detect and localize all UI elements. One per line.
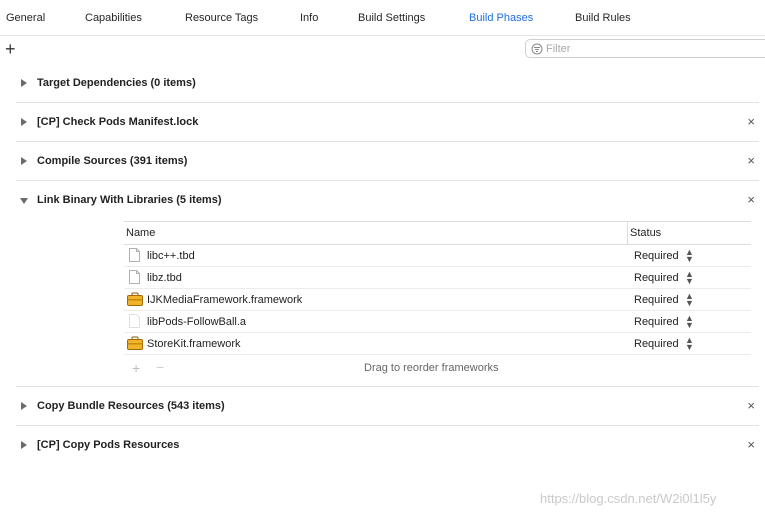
status-stepper-icon[interactable]: ▲ ▼ (685, 336, 694, 352)
phase-title: [CP] Check Pods Manifest.lock (37, 116, 199, 128)
library-status[interactable]: Required (634, 316, 679, 328)
file-icon (129, 270, 140, 284)
tab-build-settings[interactable]: Build Settings (358, 12, 425, 24)
table-row[interactable]: libPods-FollowBall.a Required ▲ ▼ (124, 311, 751, 333)
filter-input[interactable] (546, 41, 756, 56)
tab-bar: General Capabilities Resource Tags Info … (0, 0, 765, 36)
column-divider[interactable] (627, 222, 628, 244)
disclosure-triangle-expanded-icon[interactable] (20, 198, 28, 204)
phase-target-dependencies[interactable]: Target Dependencies (0 items) (16, 64, 759, 103)
phase-copy-pods-resources[interactable]: [CP] Copy Pods Resources × (16, 426, 759, 465)
column-header-status[interactable]: Status (630, 227, 661, 239)
phase-title: Copy Bundle Resources (543 items) (37, 400, 225, 412)
add-phase-button[interactable]: + (5, 39, 16, 59)
watermark: https://blog.csdn.net/W2i0l1l5y (540, 491, 717, 506)
reorder-hint: Drag to reorder frameworks (364, 362, 499, 374)
phase-compile-sources[interactable]: Compile Sources (391 items) × (16, 142, 759, 181)
library-name: IJKMediaFramework.framework (147, 294, 303, 306)
filter-icon (531, 43, 543, 55)
tab-capabilities[interactable]: Capabilities (85, 12, 142, 24)
table-header: Name Status (124, 221, 751, 245)
remove-phase-button[interactable]: × (747, 398, 755, 413)
phases-toolbar: + (0, 36, 765, 64)
status-stepper-icon[interactable]: ▲ ▼ (685, 248, 694, 264)
remove-phase-button[interactable]: × (747, 153, 755, 168)
status-stepper-icon[interactable]: ▲ ▼ (685, 314, 694, 330)
disclosure-triangle-icon[interactable] (21, 441, 27, 449)
disclosure-triangle-icon[interactable] (21, 118, 27, 126)
library-name: libz.tbd (147, 272, 182, 284)
library-status[interactable]: Required (634, 338, 679, 350)
library-status[interactable]: Required (634, 294, 679, 306)
status-stepper-icon[interactable]: ▲ ▼ (685, 270, 694, 286)
phase-copy-bundle-resources[interactable]: Copy Bundle Resources (543 items) × (16, 387, 759, 426)
remove-library-button[interactable]: − (156, 359, 164, 375)
table-row[interactable]: IJKMediaFramework.framework Required ▲ ▼ (124, 289, 751, 311)
column-header-name[interactable]: Name (126, 227, 155, 239)
table-row[interactable]: libc++.tbd Required ▲ ▼ (124, 245, 751, 267)
tab-build-rules[interactable]: Build Rules (575, 12, 631, 24)
tab-build-phases[interactable]: Build Phases (469, 12, 533, 24)
tab-resource-tags[interactable]: Resource Tags (185, 12, 258, 24)
phase-title: Link Binary With Libraries (5 items) (37, 194, 222, 206)
library-name: libc++.tbd (147, 250, 195, 262)
library-name: StoreKit.framework (147, 338, 241, 350)
table-footer: + − Drag to reorder frameworks (124, 355, 751, 379)
status-stepper-icon[interactable]: ▲ ▼ (685, 292, 694, 308)
phase-title: Target Dependencies (0 items) (37, 77, 196, 89)
remove-phase-button[interactable]: × (747, 192, 755, 207)
phase-title: [CP] Copy Pods Resources (37, 439, 180, 451)
library-status[interactable]: Required (634, 272, 679, 284)
tab-info[interactable]: Info (300, 12, 318, 24)
file-icon (129, 248, 140, 262)
blank-file-icon (129, 314, 140, 328)
disclosure-triangle-icon[interactable] (21, 79, 27, 87)
remove-phase-button[interactable]: × (747, 114, 755, 129)
table-row[interactable]: StoreKit.framework Required ▲ ▼ (124, 333, 751, 355)
filter-field[interactable] (525, 39, 765, 58)
tab-general[interactable]: General (6, 12, 45, 24)
library-status[interactable]: Required (634, 250, 679, 262)
table-row[interactable]: libz.tbd Required ▲ ▼ (124, 267, 751, 289)
libraries-table: Name Status libc++.tbd Required ▲ ▼ libz.… (124, 221, 751, 379)
add-library-button[interactable]: + (132, 360, 140, 376)
framework-toolbox-icon (127, 292, 143, 306)
library-name: libPods-FollowBall.a (147, 316, 247, 328)
disclosure-triangle-icon[interactable] (21, 157, 27, 165)
framework-toolbox-icon (127, 336, 143, 350)
disclosure-triangle-icon[interactable] (21, 402, 27, 410)
phase-title: Compile Sources (391 items) (37, 155, 188, 167)
remove-phase-button[interactable]: × (747, 437, 755, 452)
phase-check-pods-manifest[interactable]: [CP] Check Pods Manifest.lock × (16, 103, 759, 142)
